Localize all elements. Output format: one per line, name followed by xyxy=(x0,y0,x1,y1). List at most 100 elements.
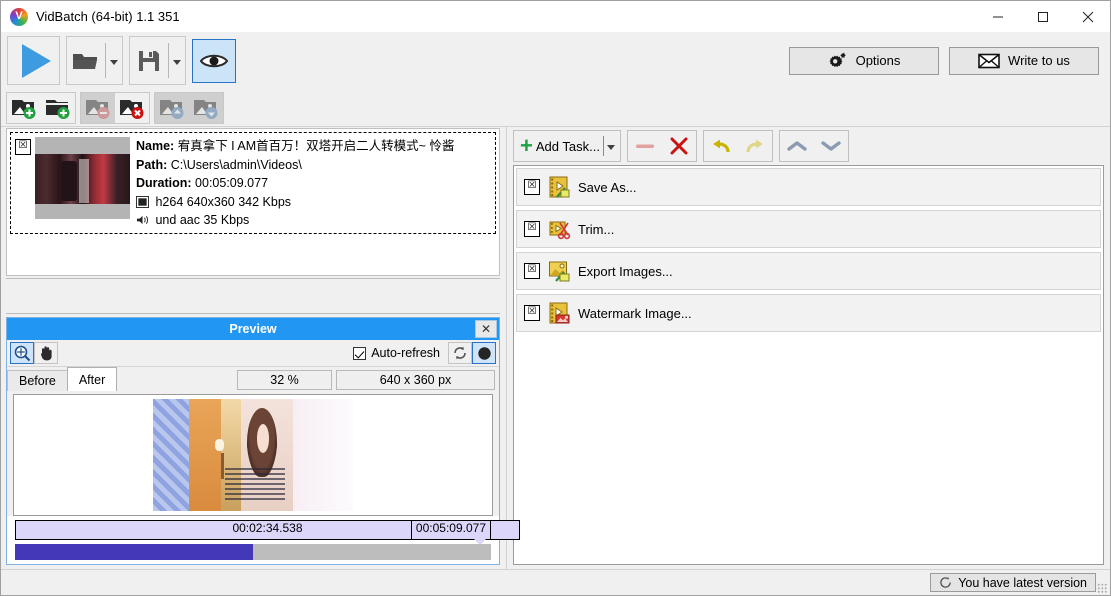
zoom-move-icon xyxy=(14,345,31,362)
open-folder-icon xyxy=(71,49,101,73)
file-list-item[interactable]: ☒ Name: 宥真拿下 I AM首百万！双塔开启二人转模式~ 怜酱 Path:… xyxy=(10,132,496,234)
move-task-up-button[interactable] xyxy=(780,131,814,161)
remove-all-files-icon xyxy=(119,97,145,119)
preview-tabs: Before After 32 % 640 x 360 px xyxy=(7,367,499,391)
toolbar-right-buttons: Options Write to us xyxy=(789,47,1104,75)
chevron-down-icon xyxy=(821,139,841,153)
envelope-icon xyxy=(978,53,1000,69)
write-to-us-label: Write to us xyxy=(1008,53,1070,68)
add-task-dropdown-button[interactable] xyxy=(602,131,620,161)
timeline-slider[interactable] xyxy=(15,544,491,560)
hand-icon xyxy=(39,345,54,361)
undo-button[interactable] xyxy=(704,131,738,161)
window-title: VidBatch (64-bit) 1.1 351 xyxy=(36,9,180,24)
vidbatch-window: VidBatch (64-bit) 1.1 351 xyxy=(0,0,1111,596)
open-dropdown-button[interactable] xyxy=(105,37,122,84)
task-label: Export Images... xyxy=(578,264,673,279)
add-task-button[interactable]: + Add Task... xyxy=(514,131,602,161)
undo-arrow-icon xyxy=(710,137,732,155)
add-folder-button[interactable] xyxy=(41,93,75,123)
preview-canvas[interactable] xyxy=(13,394,493,516)
move-file-up-button[interactable] xyxy=(155,93,189,123)
preview-close-button[interactable]: ✕ xyxy=(475,320,497,338)
right-pane: + Add Task... xyxy=(506,127,1110,569)
write-to-us-button[interactable]: Write to us xyxy=(949,47,1099,75)
options-button[interactable]: Options xyxy=(789,47,939,75)
task-row[interactable]: ☒ Save As... xyxy=(516,168,1101,206)
delete-all-tasks-button[interactable] xyxy=(662,131,696,161)
preview-record-button[interactable] xyxy=(472,342,496,364)
chevron-down-icon xyxy=(110,60,118,65)
task-enabled-checkbox[interactable]: ☒ xyxy=(524,305,540,321)
task-row[interactable]: ☒ Export Images... xyxy=(516,252,1101,290)
options-label: Options xyxy=(856,53,901,68)
auto-refresh-label: Auto-refresh xyxy=(371,346,440,360)
tab-before[interactable]: Before xyxy=(7,370,68,391)
file-duration-key: Duration: xyxy=(136,176,192,190)
auto-refresh-checkbox[interactable] xyxy=(353,347,366,360)
task-label: Watermark Image... xyxy=(578,306,692,321)
move-task-down-button[interactable] xyxy=(814,131,848,161)
move-file-down-button[interactable] xyxy=(189,93,223,123)
task-row[interactable]: ☒ Watermark Image... xyxy=(516,294,1101,332)
auto-refresh-control[interactable]: Auto-refresh xyxy=(353,346,440,360)
save-dropdown-button[interactable] xyxy=(168,37,185,84)
title-bar: VidBatch (64-bit) 1.1 351 xyxy=(1,1,1110,32)
timeline-total-time[interactable]: 00:05:09.077 xyxy=(411,520,491,540)
play-button[interactable] xyxy=(8,37,59,84)
preview-refresh-button[interactable] xyxy=(448,342,472,364)
tab-after[interactable]: After xyxy=(67,367,117,391)
task-row[interactable]: ☒ Trim... xyxy=(516,210,1101,248)
file-add-group xyxy=(6,92,76,124)
file-list[interactable]: ☒ Name: 宥真拿下 I AM首百万！双塔开启二人转模式~ 怜酱 Path:… xyxy=(6,128,500,276)
file-audio-value: und aac 35 Kbps xyxy=(155,213,249,227)
pane-splitter[interactable] xyxy=(6,278,500,314)
remove-file-icon xyxy=(85,97,111,119)
task-history-group xyxy=(703,130,773,162)
file-thumbnail xyxy=(35,137,130,219)
file-name-key: Name: xyxy=(136,139,174,153)
plus-icon: + xyxy=(520,139,533,153)
gears-icon xyxy=(828,52,848,70)
maximize-button[interactable] xyxy=(1020,1,1065,32)
minimize-button[interactable] xyxy=(975,1,1020,32)
task-move-group xyxy=(779,130,849,162)
task-label: Trim... xyxy=(578,222,614,237)
remove-file-button[interactable] xyxy=(81,93,115,123)
chevron-down-icon xyxy=(173,60,181,65)
preview-zoom-tool-button[interactable] xyxy=(10,342,34,364)
task-enabled-checkbox[interactable]: ☒ xyxy=(524,263,540,279)
preview-zoom-value[interactable]: 32 % xyxy=(237,370,332,390)
toggle-preview-button[interactable] xyxy=(192,39,236,83)
move-file-up-icon xyxy=(159,97,185,119)
refresh-icon xyxy=(452,345,468,361)
file-path-value: C:\Users\admin\Videos\ xyxy=(171,158,302,172)
save-disk-icon xyxy=(136,48,162,74)
remove-all-files-button[interactable] xyxy=(115,93,149,123)
save-button[interactable] xyxy=(130,37,168,84)
export-images-icon xyxy=(548,259,572,283)
left-pane: ☒ Name: 宥真拿下 I AM首百万！双塔开启二人转模式~ 怜酱 Path:… xyxy=(1,127,506,569)
record-circle-icon xyxy=(477,346,492,361)
resize-grip[interactable] xyxy=(1097,583,1107,593)
vidbatch-logo-icon xyxy=(10,8,28,26)
task-label: Save As... xyxy=(578,180,637,195)
status-bar: You have latest version xyxy=(1,569,1110,595)
close-button[interactable] xyxy=(1065,1,1110,32)
remove-item-checkbox[interactable]: ☒ xyxy=(15,139,31,155)
preview-video-frame xyxy=(153,399,353,511)
add-file-button[interactable] xyxy=(7,93,41,123)
open-button[interactable] xyxy=(67,37,105,84)
preview-fields: 32 % 640 x 360 px xyxy=(237,370,499,391)
task-list[interactable]: ☒ Save As... ☒ xyxy=(513,165,1104,565)
file-metadata: Name: 宥真拿下 I AM首百万！双塔开启二人转模式~ 怜酱 Path: C… xyxy=(130,133,495,233)
update-status[interactable]: You have latest version xyxy=(930,573,1096,592)
chevron-down-icon xyxy=(607,145,615,150)
preview-size-value[interactable]: 640 x 360 px xyxy=(336,370,495,390)
remove-task-button[interactable] xyxy=(628,131,662,161)
chevron-up-icon xyxy=(787,139,807,153)
redo-button[interactable] xyxy=(738,131,772,161)
task-enabled-checkbox[interactable]: ☒ xyxy=(524,179,540,195)
task-enabled-checkbox[interactable]: ☒ xyxy=(524,221,540,237)
preview-pan-tool-button[interactable] xyxy=(34,342,58,364)
